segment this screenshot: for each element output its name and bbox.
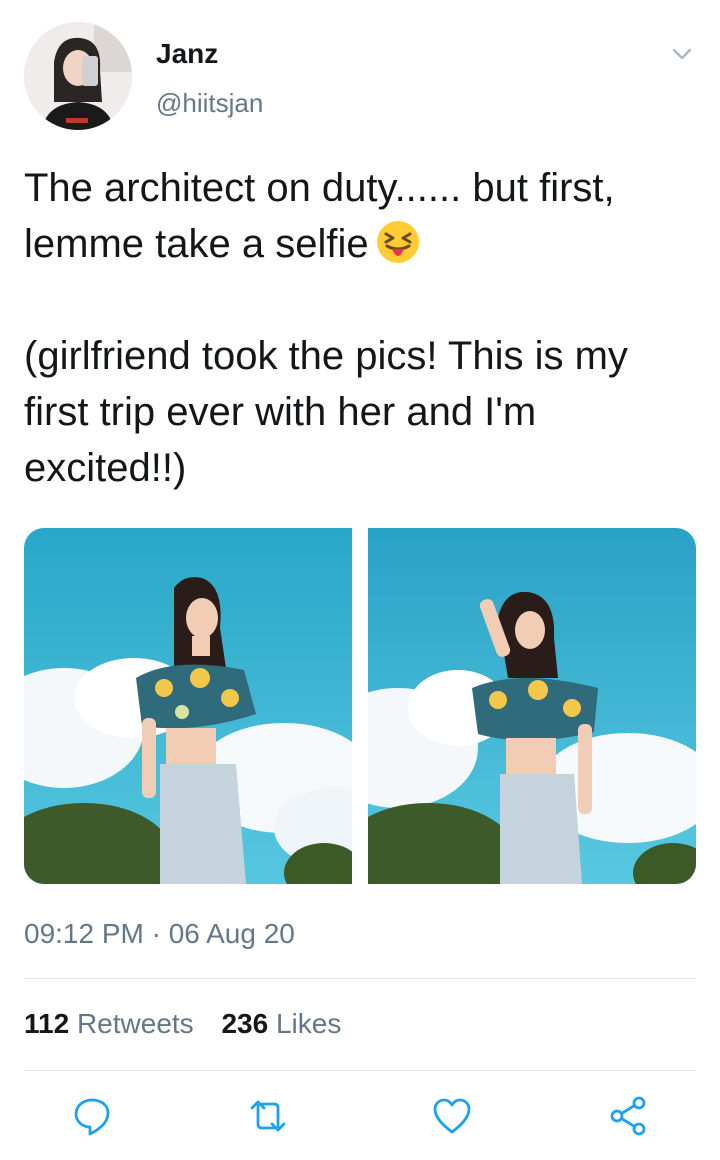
like-icon[interactable]: [430, 1094, 474, 1138]
likes-label: Likes: [275, 1008, 342, 1039]
likes-count: 236: [221, 1008, 269, 1039]
tweet-text: The architect on duty...... but first, l…: [24, 160, 696, 496]
tweet-text-line1: The architect on duty...... but first, l…: [24, 166, 615, 266]
display-name[interactable]: Janz: [156, 38, 218, 70]
reply-icon[interactable]: [70, 1094, 114, 1138]
divider: [24, 1070, 696, 1071]
divider: [24, 978, 696, 979]
user-handle[interactable]: @hiitsjan: [156, 88, 263, 119]
avatar[interactable]: [24, 22, 132, 130]
tweet-stats: 112 Retweets 236 Likes: [24, 1008, 361, 1040]
squinting-face-with-tongue-icon: [375, 219, 421, 265]
tweet-text-paragraph2: (girlfriend took the pics! This is my fi…: [24, 334, 628, 490]
media-grid: [24, 528, 696, 884]
retweets-label: Retweets: [76, 1008, 194, 1039]
retweets-stat[interactable]: 112 Retweets: [24, 1008, 194, 1040]
retweets-count: 112: [24, 1008, 70, 1039]
tweet-timestamp[interactable]: 09:12 PM · 06 Aug 20: [24, 918, 295, 950]
chevron-down-icon[interactable]: [668, 40, 696, 68]
tweet-header: Janz @hiitsjan: [24, 22, 696, 132]
photo-1[interactable]: [24, 528, 352, 884]
share-icon[interactable]: [606, 1094, 650, 1138]
likes-stat[interactable]: 236 Likes: [221, 1008, 341, 1040]
photo-2[interactable]: [368, 528, 696, 884]
retweet-icon[interactable]: [246, 1094, 290, 1138]
action-bar: [24, 1094, 696, 1138]
